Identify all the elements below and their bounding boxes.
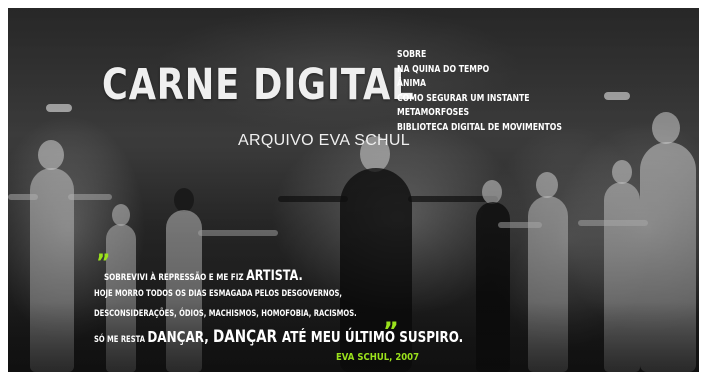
- site-title[interactable]: CARNE DIGITAL: [102, 60, 414, 110]
- dancer-arm: [408, 196, 498, 202]
- site-subtitle: ARQUIVO EVA SCHUL: [238, 132, 410, 149]
- main-nav: SOBRE NA QUINA DO TEMPO ÂNIMA COMO SEGUR…: [397, 48, 589, 136]
- hero-banner: CARNE DIGITAL ARQUIVO EVA SCHUL SOBRE NA…: [8, 8, 699, 372]
- dancer-arm: [578, 220, 648, 226]
- quote-emphasis: MEU: [310, 328, 345, 346]
- quote-attribution: EVA SCHUL, 2007: [336, 352, 419, 363]
- quote-line-4: SÓ ME RESTA DANÇAR, DANÇAR ATÉ MEU ÚLTIM…: [94, 327, 463, 347]
- dancer-head: [612, 160, 632, 184]
- dancer-head: [482, 180, 502, 204]
- quote-emphasis: DANÇAR,: [147, 328, 213, 346]
- nav-item-biblioteca-digital-de-movimentos[interactable]: BIBLIOTECA DIGITAL DE MOVIMENTOS: [397, 121, 562, 136]
- dancer-figure: [604, 182, 640, 372]
- quote-line-3: DESCONSIDERAÇÕES, ÓDIOS, MACHISMOS, HOMO…: [94, 309, 357, 319]
- dancer-head: [38, 140, 64, 170]
- dancer-arm: [68, 194, 112, 200]
- dancer-arm: [8, 194, 38, 200]
- ceiling-lamp: [46, 104, 72, 112]
- quote-emphasis: DANÇAR: [212, 327, 282, 347]
- nav-item-sobre[interactable]: SOBRE: [397, 48, 562, 63]
- ceiling-lamp: [604, 92, 630, 100]
- dancer-head: [174, 188, 194, 212]
- dancer-figure: [528, 196, 568, 372]
- quote-emphasis: ARTISTA.: [246, 268, 303, 284]
- dancer-figure: [30, 168, 74, 372]
- dancer-arm: [278, 196, 348, 202]
- quote-line-2: HOJE MORRO TODOS OS DIAS ESMAGADA PELOS …: [94, 289, 342, 299]
- dancer-figure: [640, 142, 696, 372]
- nav-item-como-segurar-um-instante[interactable]: COMO SEGURAR UM INSTANTE: [397, 92, 562, 107]
- dancer-head: [112, 204, 130, 226]
- dancer-figure: [476, 202, 510, 372]
- dancer-arm: [198, 230, 278, 236]
- dancer-arm: [498, 222, 542, 228]
- nav-item-na-quina-do-tempo[interactable]: NA QUINA DO TEMPO: [397, 63, 562, 78]
- dancer-head: [652, 112, 680, 144]
- dancer-head: [536, 172, 558, 198]
- quote-text: SOBREVIVI À REPRESSÃO E ME FIZ: [104, 273, 247, 283]
- quote-emphasis: SUSPIRO.: [399, 328, 464, 346]
- quote-text: SÓ ME RESTA: [94, 335, 148, 345]
- quote-emphasis: ATÉ: [281, 328, 311, 346]
- quote-close-mark: ”: [383, 317, 399, 345]
- nav-item-metamorfoses[interactable]: METAMORFOSES: [397, 106, 562, 121]
- nav-item-anima[interactable]: ÂNIMA: [397, 77, 562, 92]
- quote-line-1: SOBREVIVI À REPRESSÃO E ME FIZ ARTISTA.: [104, 268, 303, 284]
